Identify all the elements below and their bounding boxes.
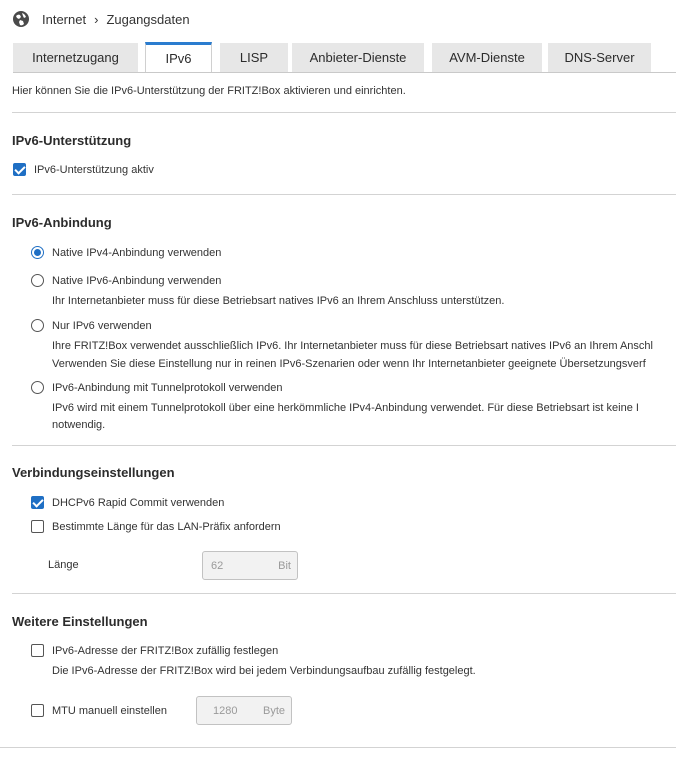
prefix-length-checkbox[interactable]: Bestimmte Länge für das LAN-Präfix anfor…: [31, 520, 281, 533]
option-description: Ihre FRITZ!Box verwendet ausschließlich …: [52, 340, 653, 352]
option-description: IPv6 wird mit einem Tunnelprotokoll über…: [52, 402, 639, 414]
radio-label: IPv6-Anbindung mit Tunnelprotokoll verwe…: [52, 381, 283, 394]
rapid-commit-label: DHCPv6 Rapid Commit verwenden: [52, 496, 225, 509]
mtu-checkbox[interactable]: MTU manuell einstellen: [31, 704, 167, 717]
ipv6-support-label: IPv6-Unterstützung aktiv: [34, 163, 154, 176]
divider: [0, 747, 676, 748]
option-description: Ihr Internetanbieter muss für diese Betr…: [52, 295, 505, 307]
mtu-unit: Byte: [262, 704, 285, 717]
mtu-value: 1280: [213, 704, 238, 717]
checkbox-unchecked[interactable]: [31, 704, 44, 717]
breadcrumb-internet[interactable]: Internet: [42, 12, 86, 27]
radio-label: Native IPv4-Anbindung verwenden: [52, 246, 222, 259]
tab-internetzugang[interactable]: Internetzugang: [13, 43, 138, 72]
divider: [12, 194, 676, 195]
divider: [12, 445, 676, 446]
prefix-length-label: Bestimmte Länge für das LAN-Präfix anfor…: [52, 520, 281, 533]
breadcrumb-current: Zugangsdaten: [106, 11, 190, 27]
radio-label: Nur IPv6 verwenden: [52, 319, 152, 332]
divider: [12, 112, 676, 113]
ipv6-support-checkbox[interactable]: IPv6-Unterstützung aktiv: [13, 163, 154, 176]
radio-ipv6-only[interactable]: Nur IPv6 verwenden: [31, 319, 152, 332]
tab-lisp[interactable]: LISP: [220, 43, 288, 72]
checkbox-checked[interactable]: [31, 496, 44, 509]
section-title-settings: Verbindungseinstellungen: [12, 465, 175, 480]
tab-avm-dienste[interactable]: AVM-Dienste: [432, 43, 542, 72]
rapid-commit-checkbox[interactable]: DHCPv6 Rapid Commit verwenden: [31, 496, 224, 509]
tab-ipv6[interactable]: IPv6: [145, 42, 212, 72]
random-address-label: IPv6-Adresse der FRITZ!Box zufällig fest…: [52, 644, 279, 657]
radio-tunnel[interactable]: IPv6-Anbindung mit Tunnelprotokoll verwe…: [31, 381, 283, 394]
length-unit: Bit: [278, 559, 291, 572]
intro-text: Hier können Sie die IPv6-Unterstützung d…: [12, 85, 406, 97]
breadcrumb: Internet › Zugangsdaten: [12, 9, 190, 29]
tab-dns-server[interactable]: DNS-Server: [548, 43, 651, 72]
radio-unselected[interactable]: [31, 381, 44, 394]
globe-icon: [13, 11, 29, 27]
option-description: notwendig.: [52, 419, 106, 431]
radio-unselected[interactable]: [31, 319, 44, 332]
checkbox-checked[interactable]: [13, 163, 26, 176]
radio-native-ipv4[interactable]: Native IPv4-Anbindung verwenden: [31, 246, 221, 259]
section-title-connection: IPv6-Anbindung: [12, 215, 112, 230]
length-input[interactable]: 62 Bit: [202, 551, 298, 580]
length-value: 62: [211, 559, 224, 572]
mtu-input[interactable]: 1280 Byte: [196, 696, 292, 725]
radio-selected[interactable]: [31, 246, 44, 259]
mtu-label: MTU manuell einstellen: [52, 704, 167, 717]
length-label: Länge: [48, 559, 79, 571]
tab-bar: Internetzugang IPv6 LISP Anbieter-Dienst…: [13, 42, 676, 72]
option-description: Verwenden Sie diese Einstellung nur in r…: [52, 358, 646, 370]
tab-anbieter-dienste[interactable]: Anbieter-Dienste: [292, 43, 424, 72]
checkbox-unchecked[interactable]: [31, 644, 44, 657]
divider: [12, 593, 676, 594]
breadcrumb-separator: ›: [94, 11, 99, 27]
random-address-checkbox[interactable]: IPv6-Adresse der FRITZ!Box zufällig fest…: [31, 644, 278, 657]
radio-label: Native IPv6-Anbindung verwenden: [52, 274, 222, 287]
option-description: Die IPv6-Adresse der FRITZ!Box wird bei …: [52, 665, 476, 677]
section-title-more: Weitere Einstellungen: [12, 614, 148, 629]
checkbox-unchecked[interactable]: [31, 520, 44, 533]
radio-unselected[interactable]: [31, 274, 44, 287]
tab-divider: [13, 72, 676, 73]
radio-native-ipv6[interactable]: Native IPv6-Anbindung verwenden: [31, 274, 221, 287]
section-title-support: IPv6-Unterstützung: [12, 133, 132, 148]
